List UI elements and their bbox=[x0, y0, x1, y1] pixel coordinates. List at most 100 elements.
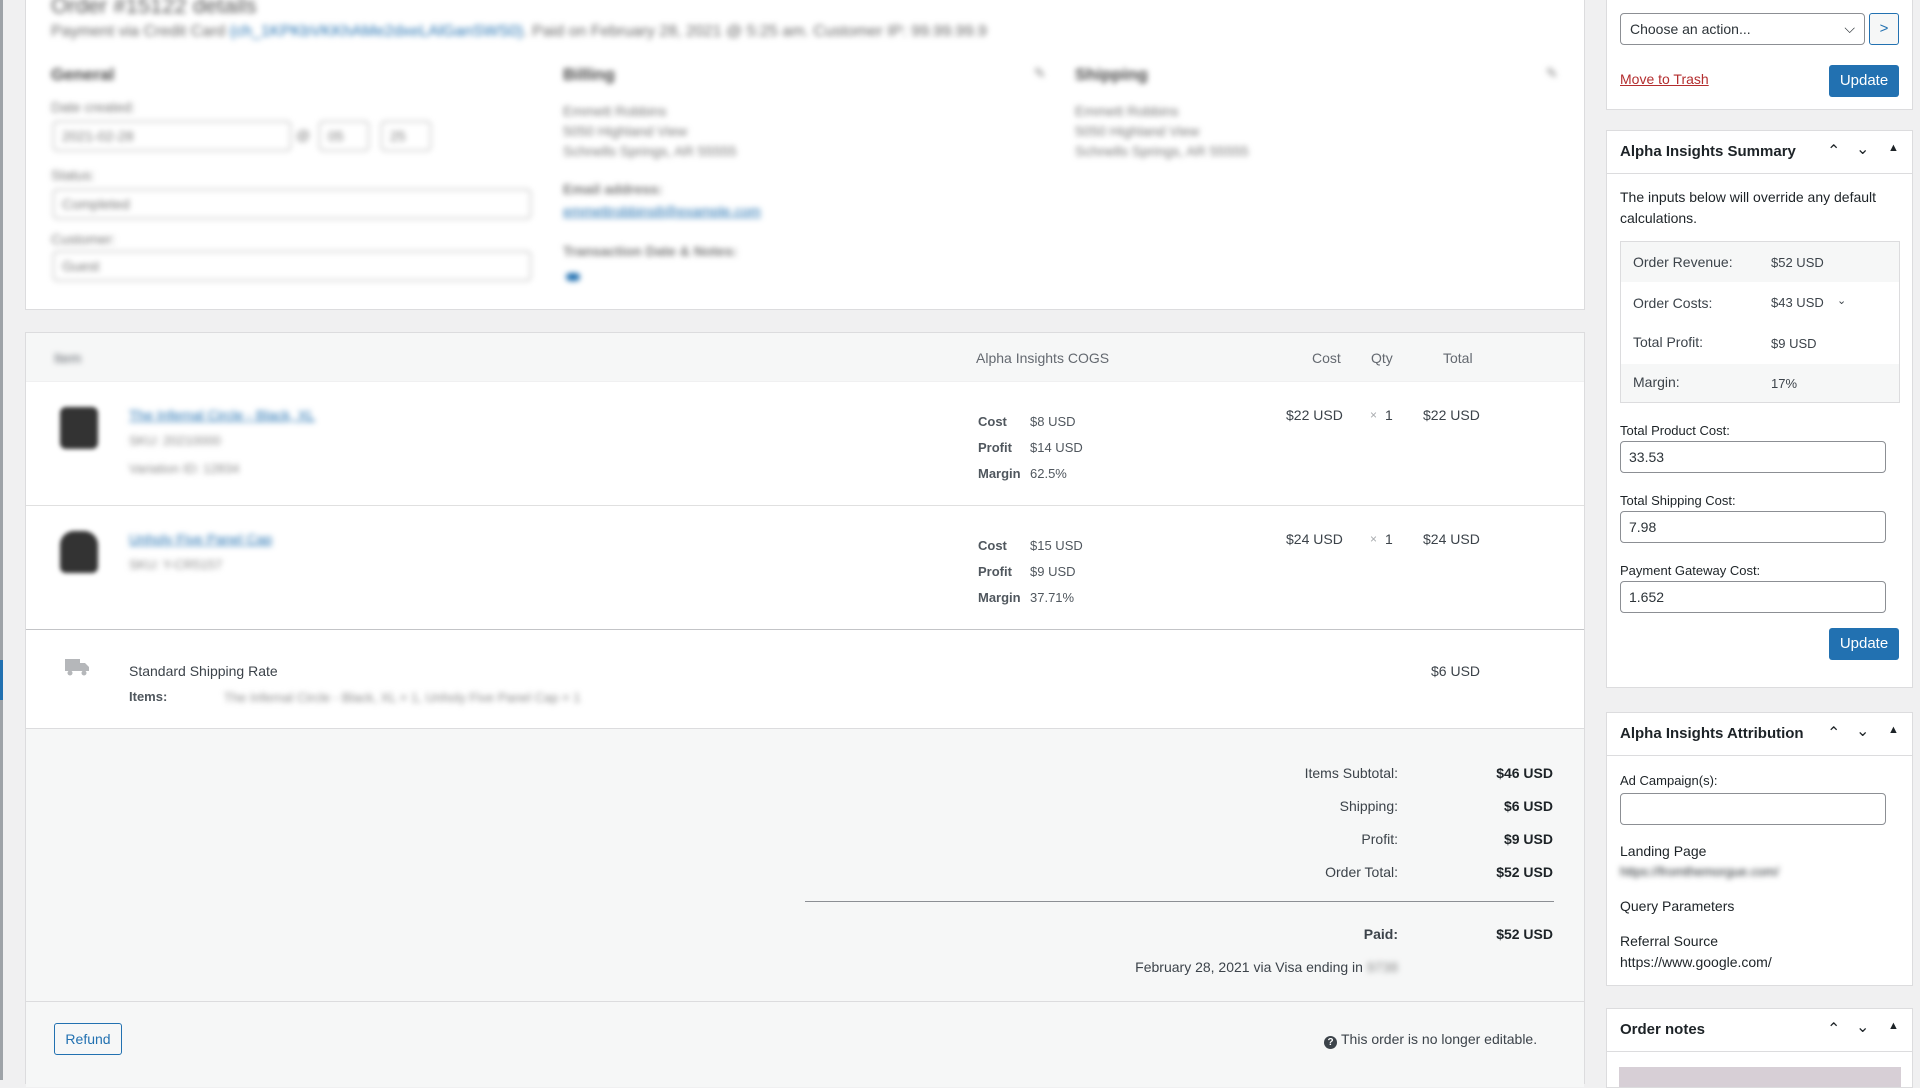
transaction-link[interactable]: (ch_1KPKbVKKhAMe2dxeLAlGanSWS0) bbox=[230, 23, 523, 40]
summary-value: $43 USD bbox=[1771, 295, 1824, 310]
date-created-input[interactable]: 2021-02-28 bbox=[53, 121, 291, 151]
caret-up-icon[interactable]: ▲ bbox=[1888, 1020, 1899, 1032]
email-label: Email address: bbox=[563, 181, 663, 197]
edit-shipping-icon[interactable]: ✎ bbox=[1546, 65, 1558, 82]
order-actions-box: Choose an action... ⌵ > Move to Trash Up… bbox=[1606, 0, 1913, 110]
caret-up-icon[interactable]: ▲ bbox=[1888, 724, 1899, 736]
referral-source-label: Referral Source bbox=[1620, 933, 1719, 949]
item-column-header: Item bbox=[54, 350, 82, 366]
query-parameters-label: Query Parameters bbox=[1620, 898, 1735, 914]
chevron-down-icon[interactable]: ⌄ bbox=[1856, 139, 1869, 159]
product-thumbnail[interactable] bbox=[60, 407, 98, 449]
cogs-cost-label: Cost bbox=[978, 414, 1007, 429]
item-total: $22 USD bbox=[1423, 407, 1480, 423]
qty-times: × bbox=[1370, 408, 1378, 422]
shipping-address: Emmett Robbins 5050 Highland View Schnel… bbox=[1075, 101, 1249, 161]
status-select[interactable]: Completed bbox=[53, 189, 531, 219]
summary-row[interactable]: Order Costs: $43 USD ⌄ bbox=[1621, 282, 1899, 324]
totals-value: $46 USD bbox=[1496, 765, 1553, 781]
payment-method-text: Payment via Credit Card bbox=[51, 23, 226, 40]
chevron-down-icon[interactable]: ⌄ bbox=[1856, 721, 1869, 741]
cogs-cost-value: $8 USD bbox=[1030, 414, 1076, 429]
product-sku: SKU: 20210000 bbox=[129, 433, 221, 448]
totals-value: $9 USD bbox=[1503, 831, 1553, 847]
transaction-link-icon[interactable] bbox=[566, 273, 580, 281]
cogs-profit-label: Profit bbox=[978, 564, 1012, 579]
chevron-down-icon[interactable]: ⌄ bbox=[1837, 294, 1846, 307]
hour-input[interactable]: 05 bbox=[319, 121, 369, 151]
total-column-header: Total bbox=[1443, 350, 1473, 366]
help-icon: ? bbox=[1324, 1036, 1337, 1049]
row-divider bbox=[26, 505, 1584, 506]
summary-intro: The inputs below will override any defau… bbox=[1620, 189, 1877, 226]
edit-billing-icon[interactable]: ✎ bbox=[1034, 65, 1046, 82]
ad-campaign-label: Ad Campaign(s): bbox=[1620, 773, 1718, 788]
shipping-cost-label: Total Shipping Cost: bbox=[1620, 493, 1736, 508]
item-cost: $22 USD bbox=[1286, 407, 1343, 423]
order-action-select[interactable]: Choose an action... ⌵ bbox=[1620, 13, 1865, 45]
refund-button[interactable]: Refund bbox=[54, 1023, 122, 1055]
cogs-profit-value: $9 USD bbox=[1030, 564, 1076, 579]
cogs-column-header: Alpha Insights COGS bbox=[976, 350, 1110, 366]
email-link[interactable]: emmettrobbins8@example.com bbox=[563, 203, 761, 219]
totals-divider bbox=[805, 901, 1554, 902]
cost-column-header: Cost bbox=[1312, 350, 1341, 366]
summary-label: Margin: bbox=[1633, 374, 1680, 390]
totals-footer-divider bbox=[26, 1001, 1584, 1002]
cogs-profit-label: Profit bbox=[978, 440, 1012, 455]
admin-menu-active-edge bbox=[0, 660, 3, 700]
cogs-margin-value: 62.5% bbox=[1030, 466, 1067, 481]
order-title: Order #15122 details bbox=[51, 0, 257, 18]
card-last-four: 9738 bbox=[1366, 959, 1398, 975]
chevron-up-icon[interactable]: ⌃ bbox=[1827, 1019, 1840, 1039]
summary-row: Total Profit: $9 USD bbox=[1621, 324, 1899, 364]
gateway-cost-input[interactable] bbox=[1620, 581, 1886, 613]
order-note-item bbox=[1619, 1067, 1901, 1087]
summary-value: $52 USD bbox=[1771, 255, 1824, 270]
product-thumbnail[interactable] bbox=[60, 531, 98, 573]
chevron-up-icon[interactable]: ⌃ bbox=[1827, 141, 1840, 161]
at-text: @ bbox=[296, 127, 311, 143]
chevron-up-icon[interactable]: ⌃ bbox=[1827, 723, 1840, 743]
shipping-items-value: The Infernal Circle - Black, XL × 1, Unh… bbox=[224, 690, 581, 705]
qty-column-header: Qty bbox=[1371, 350, 1393, 366]
attribution-title: Alpha Insights Attribution bbox=[1620, 725, 1804, 742]
shipping-line: Schnells Springs, AR 55555 bbox=[1075, 143, 1249, 159]
summary-box: Alpha Insights Summary ⌃ ⌄ ▲ The inputs … bbox=[1606, 130, 1913, 688]
totals-label: Order Total: bbox=[1325, 864, 1398, 880]
gateway-cost-label: Payment Gateway Cost: bbox=[1620, 563, 1761, 578]
paid-value: $52 USD bbox=[1496, 926, 1553, 942]
shipping-heading: Shipping bbox=[1075, 65, 1148, 84]
ad-campaign-input[interactable] bbox=[1620, 793, 1886, 825]
order-items-panel: Item Alpha Insights COGS Cost Qty Total … bbox=[25, 332, 1585, 1087]
billing-line: Emmett Robbins bbox=[563, 103, 667, 119]
summary-box-header: Alpha Insights Summary ⌃ ⌄ ▲ bbox=[1607, 131, 1912, 174]
customer-select[interactable]: Guest bbox=[53, 251, 531, 281]
product-name-link[interactable]: Unholy Five Panel Cap bbox=[129, 531, 272, 547]
move-to-trash-link[interactable]: Move to Trash bbox=[1620, 71, 1709, 87]
product-cost-label: Total Product Cost: bbox=[1620, 423, 1730, 438]
apply-action-button[interactable]: > bbox=[1869, 13, 1899, 45]
billing-line: 5050 Highland View bbox=[563, 123, 688, 139]
product-cost-input[interactable] bbox=[1620, 441, 1886, 473]
update-order-button[interactable]: Update bbox=[1829, 65, 1899, 97]
general-heading: General bbox=[51, 65, 115, 84]
summary-label: Total Profit: bbox=[1633, 334, 1704, 350]
caret-up-icon[interactable]: ▲ bbox=[1888, 142, 1899, 154]
minute-input[interactable]: 25 bbox=[381, 121, 431, 151]
customer-label: Customer: bbox=[51, 231, 116, 247]
paid-note-text: February 28, 2021 via Visa ending in bbox=[1135, 959, 1363, 975]
items-table-header: Item Alpha Insights COGS Cost Qty Total bbox=[26, 333, 1584, 382]
product-name-link[interactable]: The Infernal Circle - Black, XL bbox=[129, 407, 315, 423]
chevron-down-icon[interactable]: ⌄ bbox=[1856, 1017, 1869, 1037]
admin-menu-edge bbox=[0, 0, 3, 1080]
truck-icon bbox=[65, 657, 89, 683]
item-total: $24 USD bbox=[1423, 531, 1480, 547]
order-notes-box: Order notes ⌃ ⌄ ▲ bbox=[1606, 1008, 1913, 1088]
shipping-cost-input[interactable] bbox=[1620, 511, 1886, 543]
update-costs-button[interactable]: Update bbox=[1829, 628, 1899, 660]
totals-label: Shipping: bbox=[1339, 798, 1398, 814]
shipping-items-label: Items: bbox=[129, 689, 168, 704]
chevron-down-icon: ⌵ bbox=[1844, 20, 1855, 36]
paid-info-text: . Paid on February 28, 2021 @ 5:25 am. C… bbox=[523, 23, 987, 40]
